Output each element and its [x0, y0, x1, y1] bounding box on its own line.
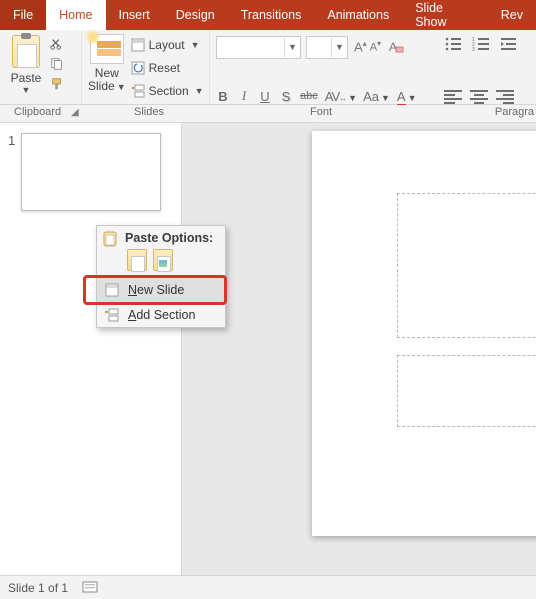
tab-insert[interactable]: Insert [106, 0, 163, 30]
title-placeholder[interactable] [397, 193, 536, 338]
clipboard-group-label: Clipboard [14, 106, 61, 118]
decrease-indent-button[interactable] [500, 36, 518, 52]
section-button[interactable]: Section▼ [131, 81, 204, 101]
paste-picture-icon[interactable] [153, 249, 173, 271]
align-center-button[interactable] [470, 90, 488, 104]
ribbon-group-labels: Clipboard ◢ Slides Font Paragra [0, 105, 536, 123]
tab-design[interactable]: Design [163, 0, 228, 30]
shrink-font-button[interactable]: A▾ [369, 39, 382, 54]
ribbon: Paste ▼ New Slide▼ Layout▼ [0, 30, 536, 105]
slides-group-label: Slides [134, 106, 164, 118]
font-size-combo[interactable]: ▼ [306, 36, 348, 59]
chevron-down-icon[interactable]: ▼ [284, 37, 300, 58]
workspace: 1 [0, 123, 536, 575]
section-icon [104, 307, 120, 323]
slide-canvas[interactable] [182, 123, 536, 575]
tab-transitions[interactable]: Transitions [228, 0, 315, 30]
clipboard-icon [102, 230, 119, 247]
group-font: ▼ ▼ A▴ A▾ A B I U S abc AV↔▼ Aa▼ A▼ [210, 30, 436, 104]
text-shadow-button[interactable]: S [279, 89, 293, 104]
change-case-button[interactable]: Aa▼ [363, 89, 390, 104]
new-slide-icon [104, 282, 120, 298]
strikethrough-button[interactable]: abc [300, 90, 318, 102]
group-paragraph: 123 [436, 30, 536, 104]
chevron-down-icon[interactable]: ▼ [191, 40, 200, 50]
bullets-button[interactable] [444, 36, 462, 52]
chevron-down-icon[interactable]: ▼ [331, 37, 347, 58]
tab-slideshow[interactable]: Slide Show [402, 0, 488, 30]
tab-home[interactable]: Home [46, 0, 105, 30]
cut-icon[interactable] [49, 37, 65, 51]
layout-icon [131, 38, 145, 52]
context-add-section[interactable]: Add Section [97, 302, 225, 327]
numbering-button[interactable]: 123 [472, 36, 490, 52]
chevron-down-icon[interactable]: ▼ [6, 85, 46, 95]
new-slide-label1: New [88, 66, 126, 80]
align-left-button[interactable] [444, 90, 462, 104]
slide[interactable] [312, 131, 536, 536]
clear-formatting-icon[interactable]: A [387, 38, 405, 56]
slide-thumbnail-1[interactable] [21, 133, 161, 211]
underline-button[interactable]: U [258, 89, 272, 104]
paste-label: Paste [6, 71, 46, 85]
new-slide-button[interactable]: New Slide▼ [88, 33, 126, 93]
format-painter-icon[interactable] [49, 77, 65, 91]
group-slides: New Slide▼ Layout▼ Reset Section▼ [82, 30, 210, 104]
context-menu: Paste Options: New Slide Add Section [96, 225, 226, 328]
new-slide-label2: Slide [88, 79, 115, 93]
new-slide-icon [90, 34, 124, 64]
char-spacing-button[interactable]: AV↔▼ [325, 89, 356, 104]
chevron-down-icon[interactable]: ▼ [195, 86, 204, 96]
tab-animations[interactable]: Animations [314, 0, 402, 30]
align-right-button[interactable] [496, 90, 514, 104]
font-group-label: Font [310, 106, 332, 118]
paste-use-destination-theme-icon[interactable] [127, 249, 147, 271]
section-icon [131, 84, 145, 98]
status-slide-count: Slide 1 of 1 [8, 581, 68, 595]
copy-icon[interactable] [49, 57, 65, 71]
grow-font-button[interactable]: A▴ [353, 39, 368, 54]
slide-thumbnail-pane[interactable]: 1 [0, 123, 182, 575]
layout-button[interactable]: Layout▼ [131, 35, 204, 55]
subtitle-placeholder[interactable] [397, 355, 536, 427]
ribbon-tabs: File Home Insert Design Transitions Anim… [0, 0, 536, 30]
italic-button[interactable]: I [237, 88, 251, 104]
paste-options-header: Paste Options: [97, 226, 225, 247]
chevron-down-icon[interactable]: ▼ [117, 82, 126, 92]
context-add-section-label: Add Section [128, 308, 195, 322]
tab-review[interactable]: Rev [488, 0, 536, 30]
dialog-launcher-icon[interactable]: ◢ [71, 107, 79, 118]
paste-button[interactable]: Paste ▼ [6, 33, 46, 95]
reset-button[interactable]: Reset [131, 58, 204, 78]
tab-file[interactable]: File [0, 0, 46, 30]
notes-icon[interactable] [82, 581, 98, 595]
context-new-slide-label: New Slide [128, 283, 184, 297]
paragraph-group-label: Paragra [495, 106, 534, 118]
status-bar: Slide 1 of 1 [0, 575, 536, 599]
slide-number: 1 [8, 133, 15, 211]
font-name-combo[interactable]: ▼ [216, 36, 301, 59]
clipboard-icon [12, 35, 40, 68]
svg-text:3: 3 [472, 47, 475, 52]
reset-icon [131, 61, 145, 75]
group-clipboard: Paste ▼ [0, 30, 82, 104]
font-color-button[interactable]: A▼ [397, 89, 417, 104]
context-new-slide[interactable]: New Slide [97, 277, 225, 302]
bold-button[interactable]: B [216, 89, 230, 104]
